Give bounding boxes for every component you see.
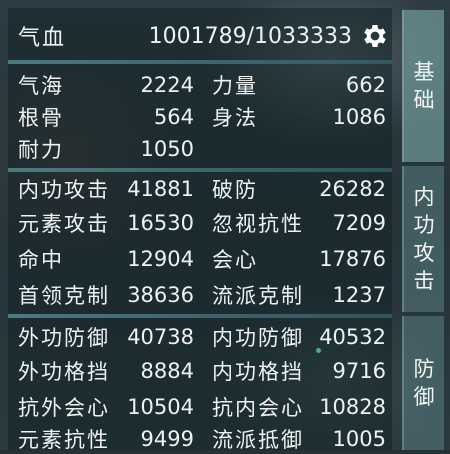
stat-value: 12904 <box>127 247 194 271</box>
divider <box>8 168 392 172</box>
stat-value: 1050 <box>140 137 194 161</box>
divider <box>8 314 392 318</box>
stat-value: 10828 <box>319 395 386 419</box>
stat-row: 首领克制 38636 <box>18 280 194 310</box>
tab-label: 基 <box>413 60 435 84</box>
stat-name: 内功攻击 <box>18 178 110 202</box>
hp-label: 气血 <box>18 26 67 51</box>
stat-name: 根骨 <box>18 106 64 130</box>
stat-name: 命中 <box>18 248 64 272</box>
stat-row: 耐力 1050 <box>18 134 194 164</box>
tab-label: 击 <box>413 269 435 293</box>
tab-label: 御 <box>413 385 435 409</box>
stat-name: 内功格挡 <box>212 360 304 384</box>
stat-row: 根骨 564 <box>18 102 194 132</box>
stat-name: 流派克制 <box>212 284 304 308</box>
stat-name: 身法 <box>212 106 258 130</box>
stat-value: 1005 <box>332 427 386 451</box>
stat-value: 7209 <box>332 211 386 235</box>
stat-row: 内功格挡 9716 <box>212 356 386 386</box>
stat-name: 抗内会心 <box>212 396 304 420</box>
stat-name: 内功防御 <box>212 326 304 350</box>
stat-value: 26282 <box>319 177 386 201</box>
divider <box>8 60 392 64</box>
stat-name: 外功防御 <box>18 326 110 350</box>
stat-value: 41881 <box>127 177 194 201</box>
stat-name: 气海 <box>18 74 64 98</box>
stat-row: 抗外会心 10504 <box>18 392 194 422</box>
stat-name: 耐力 <box>18 138 64 162</box>
stat-row: 会心 17876 <box>212 244 386 274</box>
stat-row: 气海 2224 <box>18 70 194 100</box>
stat-row: 流派克制 1237 <box>212 280 386 310</box>
stat-name: 抗外会心 <box>18 396 110 420</box>
stat-value: 662 <box>345 73 386 97</box>
stat-row: 内功防御 40532 <box>212 322 386 352</box>
stat-value: 10504 <box>127 395 194 419</box>
stat-value: 17876 <box>319 247 386 271</box>
tab-defense[interactable]: 防 御 <box>402 316 444 450</box>
stat-row: 命中 12904 <box>18 244 194 274</box>
stat-value: 38636 <box>127 283 194 307</box>
tab-basic[interactable]: 基 础 <box>402 10 444 162</box>
hp-row: 气血 1001789/1033333 <box>18 18 390 54</box>
stat-row: 元素攻击 16530 <box>18 208 194 238</box>
stat-row: 抗内会心 10828 <box>212 392 386 422</box>
stat-value: 1086 <box>332 105 386 129</box>
stat-name: 元素攻击 <box>18 212 110 236</box>
tab-label: 防 <box>413 357 435 381</box>
stat-row: 身法 1086 <box>212 102 386 132</box>
hp-value: 1001789/1033333 <box>148 23 352 49</box>
stat-name: 破防 <box>212 178 258 202</box>
stat-name: 力量 <box>212 74 258 98</box>
stat-value: 40738 <box>127 325 194 349</box>
stat-name: 外功格挡 <box>18 360 110 384</box>
stat-value: 40532 <box>319 325 386 349</box>
tab-label: 础 <box>413 88 435 112</box>
stat-row: 外功防御 40738 <box>18 322 194 352</box>
stat-row: 破防 26282 <box>212 174 386 204</box>
stat-row: 内功攻击 41881 <box>18 174 194 204</box>
stat-row: 忽视抗性 7209 <box>212 208 386 238</box>
gear-icon[interactable] <box>360 21 390 51</box>
tab-internal-attack[interactable]: 内 功 攻 击 <box>402 166 444 312</box>
stat-name: 忽视抗性 <box>212 212 304 236</box>
sparkle-particle <box>316 348 321 353</box>
stat-name: 会心 <box>212 248 258 272</box>
stat-value: 16530 <box>127 211 194 235</box>
stat-value: 8884 <box>140 359 194 383</box>
stat-value: 9716 <box>332 359 386 383</box>
stat-value: 9499 <box>140 427 194 451</box>
stat-name: 首领克制 <box>18 284 110 308</box>
stat-value: 564 <box>153 105 194 129</box>
stat-row: 外功格挡 8884 <box>18 356 194 386</box>
tab-label: 攻 <box>413 241 435 265</box>
stat-value: 1237 <box>332 283 386 307</box>
stat-value: 2224 <box>140 73 194 97</box>
tab-label: 功 <box>413 213 435 237</box>
tab-label: 内 <box>413 185 435 209</box>
stat-row: 力量 662 <box>212 70 386 100</box>
